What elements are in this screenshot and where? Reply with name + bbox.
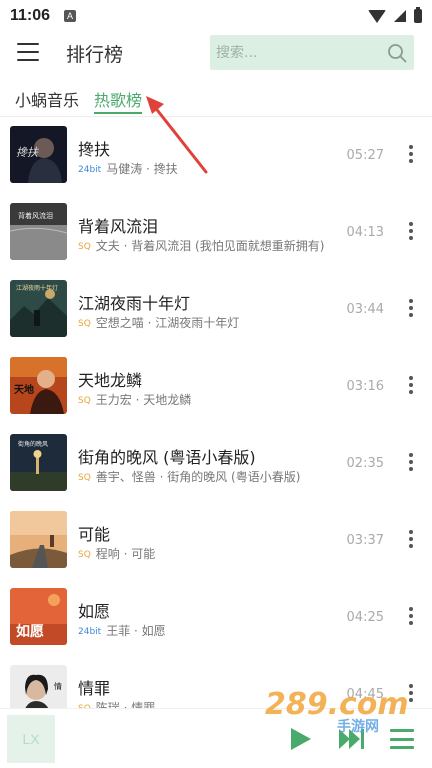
album-cover: 街角的晚风 (10, 434, 67, 491)
search-icon[interactable] (387, 43, 407, 63)
status-icons (368, 7, 422, 23)
song-row[interactable]: 街角的晚风 街角的晚风 (粤语小春版) SQ 善宇、怪兽 · 街角的晚风 (粤语小… (0, 425, 432, 502)
search-input[interactable] (216, 44, 376, 61)
song-duration: 03:37 (346, 533, 384, 548)
search-box[interactable] (210, 35, 414, 70)
song-artist-album: 程响 · 可能 (95, 547, 156, 561)
song-artist-album: 善宇、怪兽 · 街角的晚风 (粤语小春版) (95, 470, 301, 484)
song-title: 背着风流泪 (78, 217, 159, 236)
more-options-icon[interactable] (408, 376, 414, 394)
svg-text:搀扶: 搀扶 (16, 146, 39, 159)
album-cover: 天地 (10, 357, 67, 414)
quality-badge: SQ (78, 242, 91, 252)
signal-icon (394, 10, 406, 22)
tab-bar: 小蜗音乐 热歌榜 (0, 84, 432, 114)
more-options-icon[interactable] (408, 222, 414, 240)
player-cover[interactable]: LX (7, 715, 55, 763)
song-title: 江湖夜雨十年灯 (78, 294, 191, 313)
play-icon[interactable] (291, 728, 311, 750)
more-options-icon[interactable] (408, 530, 414, 548)
quality-badge: SQ (78, 550, 91, 560)
album-cover: 背着风流泪 (10, 203, 67, 260)
tab-hot-songs[interactable]: 热歌榜 (94, 87, 142, 111)
more-options-icon[interactable] (408, 684, 414, 702)
song-duration: 03:16 (346, 379, 384, 394)
svg-text:如愿: 如愿 (16, 623, 44, 640)
tab-xiaowo-music[interactable]: 小蜗音乐 (15, 87, 79, 111)
song-subtitle: 24bit 王菲 · 如愿 (78, 622, 166, 639)
svg-text:情: 情 (54, 681, 62, 691)
song-title: 如愿 (78, 602, 111, 621)
more-options-icon[interactable] (408, 145, 414, 163)
more-options-icon[interactable] (408, 299, 414, 317)
song-subtitle: SQ 程响 · 可能 (78, 545, 155, 562)
svg-text:背着风流泪: 背着风流泪 (18, 211, 53, 220)
album-cover (10, 511, 67, 568)
battery-icon (414, 7, 422, 23)
song-duration: 04:25 (346, 610, 384, 625)
page-title: 排行榜 (66, 44, 124, 66)
song-artist-album: 王菲 · 如愿 (106, 624, 166, 638)
song-title: 天地龙鳞 (78, 371, 143, 390)
song-title: 情罪 (78, 679, 111, 698)
song-duration: 04:45 (346, 687, 384, 702)
song-subtitle: SQ 文夫 · 背着风流泪 (我怕见面就想重新拥有) (78, 237, 324, 254)
more-options-icon[interactable] (408, 453, 414, 471)
song-subtitle: SQ 空想之喵 · 江湖夜雨十年灯 (78, 314, 239, 331)
song-subtitle: SQ 王力宏 · 天地龙鳞 (78, 391, 191, 408)
song-row[interactable]: 江湖夜雨十年灯 江湖夜雨十年灯 SQ 空想之喵 · 江湖夜雨十年灯 03:44 (0, 271, 432, 348)
quality-badge: SQ (78, 396, 91, 406)
status-time: 11:06 (10, 7, 51, 24)
song-subtitle: SQ 善宇、怪兽 · 街角的晚风 (粤语小春版) (78, 468, 300, 485)
song-title: 搀扶 (78, 140, 111, 159)
next-track-icon[interactable] (339, 729, 365, 749)
quality-badge: SQ (78, 473, 91, 483)
active-tab-indicator (94, 112, 142, 114)
status-bar: 11:06 A (0, 0, 432, 32)
notification-icon: A (64, 10, 77, 22)
song-artist-album: 空想之喵 · 江湖夜雨十年灯 (95, 316, 240, 330)
album-cover: 江湖夜雨十年灯 (10, 280, 67, 337)
svg-text:街角的晚风: 街角的晚风 (18, 440, 48, 448)
song-duration: 04:13 (346, 225, 384, 240)
song-artist-album: 文夫 · 背着风流泪 (我怕见面就想重新拥有) (95, 239, 325, 253)
quality-badge: 24bit (78, 627, 102, 637)
hamburger-menu-icon[interactable] (17, 43, 39, 61)
svg-text:江湖夜雨十年灯: 江湖夜雨十年灯 (16, 284, 58, 292)
song-artist-album: 马健涛 · 搀扶 (106, 162, 178, 176)
song-duration: 02:35 (346, 456, 384, 471)
more-options-icon[interactable] (408, 607, 414, 625)
song-title: 可能 (78, 525, 111, 544)
song-row[interactable]: 可能 SQ 程响 · 可能 03:37 (0, 502, 432, 579)
song-row[interactable]: 如愿 如愿 24bit 王菲 · 如愿 04:25 (0, 579, 432, 656)
song-duration: 05:27 (346, 148, 384, 163)
album-cover: 如愿 (10, 588, 67, 645)
quality-badge: SQ (78, 319, 91, 329)
song-row[interactable]: 背着风流泪 背着风流泪 SQ 文夫 · 背着风流泪 (我怕见面就想重新拥有) 04… (0, 194, 432, 271)
song-row[interactable]: 天地 天地龙鳞 SQ 王力宏 · 天地龙鳞 03:16 (0, 348, 432, 425)
quality-badge: 24bit (78, 165, 102, 175)
song-subtitle: 24bit 马健涛 · 搀扶 (78, 160, 178, 177)
song-title: 街角的晚风 (粤语小春版) (78, 448, 256, 467)
mini-player: LX (0, 708, 432, 768)
svg-text:天地: 天地 (14, 383, 34, 396)
song-row[interactable]: 搀扶 搀扶 24bit 马健涛 · 搀扶 05:27 (0, 117, 432, 194)
app-header: 排行榜 (0, 32, 432, 72)
song-duration: 03:44 (346, 302, 384, 317)
playlist-icon[interactable] (390, 729, 414, 749)
wifi-icon (368, 9, 386, 23)
song-artist-album: 王力宏 · 天地龙鳞 (95, 393, 192, 407)
album-cover: 搀扶 (10, 126, 67, 183)
